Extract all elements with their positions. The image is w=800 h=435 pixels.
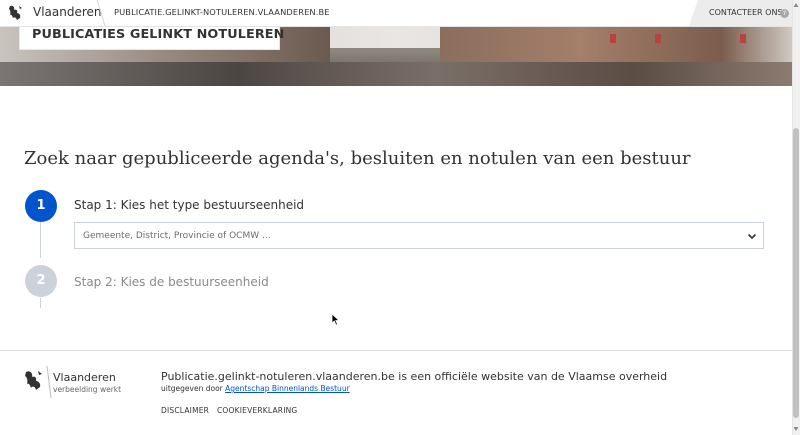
vlaanderen-lion-logo-icon[interactable]: [8, 4, 24, 22]
publisher-prefix: uitgegeven door: [161, 384, 223, 393]
page-title: PUBLICATIES GELINKT NOTULEREN: [32, 27, 285, 42]
footer-brand: Vlaanderen: [53, 371, 116, 384]
contact-button[interactable]: CONTACTEER ONS ?: [689, 0, 792, 26]
footer-tagline: verbeelding werkt: [53, 385, 122, 394]
cookie-statement-link[interactable]: COOKIEVERKLARING: [217, 406, 297, 415]
main-heading: Zoek naar gepubliceerde agenda's, beslui…: [24, 148, 691, 169]
contact-label: CONTACTEER ONS: [709, 8, 783, 17]
select-placeholder: Gemeente, District, Provincie of OCMW ..…: [83, 231, 271, 241]
scroll-down-arrow-icon[interactable]: [793, 426, 799, 432]
footer-publisher: uitgegeven door Agentschap Binnenlands B…: [161, 384, 350, 393]
publisher-link[interactable]: Agentschap Binnenlands Bestuur: [225, 384, 350, 393]
step-2-label: Stap 2: Kies de bestuurseenheid: [74, 275, 269, 289]
footer-divider: [0, 350, 792, 351]
brand-name[interactable]: Vlaanderen: [33, 5, 102, 19]
vlaanderen-lion-logo-icon[interactable]: [24, 369, 44, 393]
scroll-up-arrow-icon[interactable]: [793, 2, 799, 8]
disclaimer-link[interactable]: DISCLAIMER: [161, 406, 209, 415]
mouse-cursor-icon: [331, 313, 340, 326]
header-separator: [96, 0, 106, 26]
chevron-down-icon: [747, 233, 757, 240]
step-1-indicator: 1: [25, 190, 57, 222]
step-connector: [40, 222, 41, 258]
global-header: Vlaanderen PUBLICATIE.GELINKT-NOTULEREN.…: [0, 0, 792, 27]
footer-logo-separator: [46, 366, 52, 398]
step-1-label: Stap 1: Kies het type bestuurseenheid: [74, 198, 305, 212]
footer-statement: Publicatie.gelinkt-notuleren.vlaanderen.…: [161, 370, 668, 383]
step-2-indicator: 2: [25, 265, 57, 297]
site-host-link[interactable]: PUBLICATIE.GELINKT-NOTULEREN.VLAANDEREN.…: [114, 7, 330, 17]
bestuurseenheid-type-select[interactable]: Gemeente, District, Provincie of OCMW ..…: [74, 222, 764, 249]
step-connector: [40, 298, 41, 308]
scrollbar-thumb[interactable]: [793, 128, 799, 418]
help-icon: ?: [780, 9, 789, 18]
